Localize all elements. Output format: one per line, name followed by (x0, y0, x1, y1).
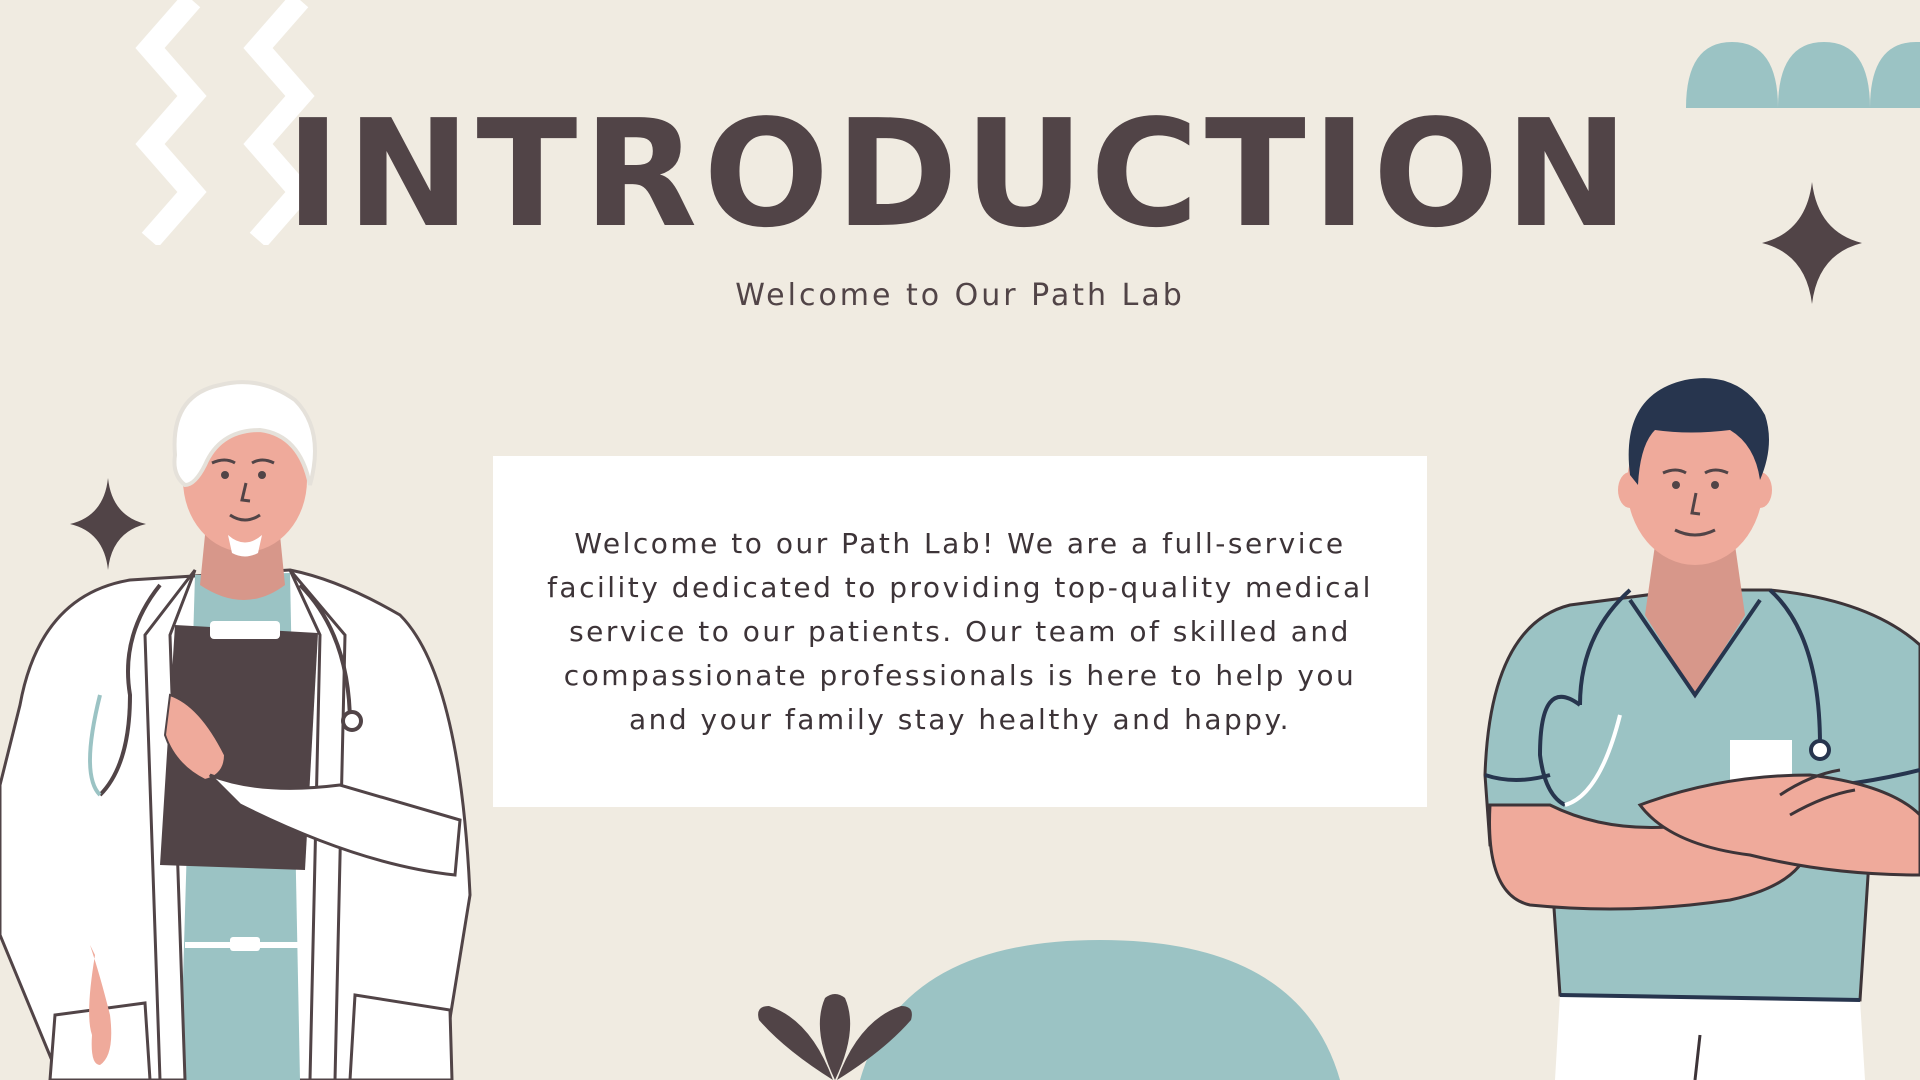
nurse-illustration (1483, 378, 1920, 1080)
page-subtitle: Welcome to Our Path Lab (735, 278, 1185, 313)
page-title: INTRODUCTION (285, 88, 1635, 260)
intro-card: Welcome to our Path Lab! We are a full-s… (493, 456, 1427, 807)
semicircle-decoration (860, 940, 1340, 1080)
intro-text: Welcome to our Path Lab! We are a full-s… (547, 526, 1373, 736)
doctor-illustration (0, 380, 472, 1080)
plant-icon (758, 994, 912, 1080)
slide: INTRODUCTION Welcome to Our Path Lab Wel… (0, 0, 1920, 1080)
